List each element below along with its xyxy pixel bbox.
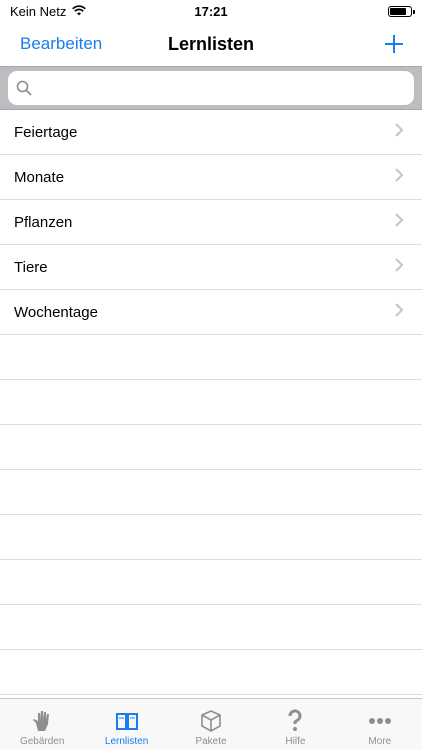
status-bar: Kein Netz 17:21 — [0, 0, 422, 22]
chevron-right-icon — [394, 212, 404, 232]
empty-row — [0, 380, 422, 425]
list-item-label: Feiertage — [14, 123, 78, 141]
search-input[interactable] — [38, 79, 406, 97]
tab-label: Hilfe — [285, 736, 306, 747]
tab-bar: Gebärden Lernlisten Pakete Hilfe More — [0, 698, 422, 750]
list-item[interactable]: Feiertage — [0, 110, 422, 155]
chevron-right-icon — [394, 257, 404, 277]
book-icon — [114, 708, 140, 734]
tab-label: More — [368, 736, 392, 747]
empty-row — [0, 605, 422, 650]
tab-hilfe[interactable]: Hilfe — [253, 699, 337, 750]
list-item-label: Monate — [14, 168, 65, 186]
status-left: Kein Netz — [10, 3, 87, 19]
tab-lernlisten[interactable]: Lernlisten — [84, 699, 168, 750]
chevron-right-icon — [394, 122, 404, 142]
hand-icon — [29, 708, 55, 734]
search-icon — [16, 80, 32, 96]
navigation-bar: Bearbeiten Lernlisten — [0, 22, 422, 66]
list-item-label: Pflanzen — [14, 213, 73, 231]
list-item[interactable]: Monate — [0, 155, 422, 200]
battery-fill — [390, 7, 406, 15]
tab-label: Lernlisten — [104, 736, 149, 747]
list-item-label: Tiere — [14, 258, 48, 276]
tab-pakete[interactable]: Pakete — [169, 699, 253, 750]
add-button[interactable] — [382, 32, 406, 56]
carrier-label: Kein Netz — [10, 3, 67, 19]
more-icon — [367, 708, 393, 734]
search-bar — [0, 66, 422, 110]
edit-button[interactable]: Bearbeiten — [20, 34, 102, 54]
tab-more[interactable]: More — [338, 699, 422, 750]
empty-row — [0, 425, 422, 470]
list-item-label: Wochentage — [14, 303, 98, 321]
search-field[interactable] — [8, 71, 414, 105]
list-item[interactable]: Wochentage — [0, 290, 422, 335]
empty-row — [0, 335, 422, 380]
wifi-icon — [72, 4, 87, 19]
screen: Kein Netz 17:21 Bearbeiten Lernlisten Fe… — [0, 0, 422, 750]
battery-icon — [388, 5, 415, 17]
question-icon — [282, 708, 308, 734]
empty-row — [0, 650, 422, 695]
plus-icon — [385, 35, 403, 53]
chevron-right-icon — [394, 302, 404, 322]
box-icon — [198, 708, 224, 734]
list: Feiertage Monate Pflanzen Tiere Wochentage — [0, 110, 422, 695]
empty-row — [0, 515, 422, 560]
tab-label: Pakete — [195, 736, 227, 747]
empty-row — [0, 470, 422, 515]
chevron-right-icon — [394, 167, 404, 187]
tab-label: Gebärden — [19, 736, 65, 747]
tab-gebrden[interactable]: Gebärden — [0, 699, 84, 750]
list-item[interactable]: Pflanzen — [0, 200, 422, 245]
empty-row — [0, 560, 422, 605]
list-item[interactable]: Tiere — [0, 245, 422, 290]
